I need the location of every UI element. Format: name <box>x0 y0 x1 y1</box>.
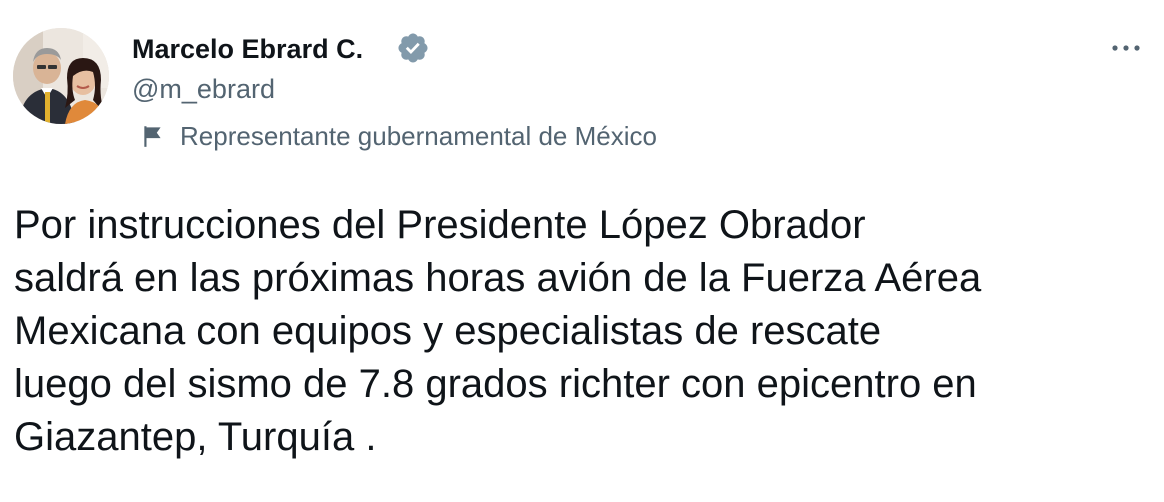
verified-badge-icon <box>398 33 428 63</box>
author-handle[interactable]: @m_ebrard <box>132 72 275 106</box>
tweet-text-line: Giazantep, Turquía . <box>14 415 377 459</box>
tweet-text-line: saldrá en las próximas horas avión de la… <box>14 256 982 300</box>
flag-icon <box>144 126 161 147</box>
affiliation-text: Representante gubernamental de México <box>180 121 657 151</box>
tweet-text-line: luego del sismo de 7.8 grados richter co… <box>14 362 977 406</box>
author-name[interactable]: Marcelo Ebrard C. <box>132 32 363 66</box>
avatar-photo <box>13 28 109 124</box>
tweet-text: Por instrucciones del Presidente López O… <box>14 199 1154 464</box>
more-options-button[interactable] <box>1108 34 1144 62</box>
tweet-card: Marcelo Ebrard C. @m_ebrard Representant… <box>0 0 1164 502</box>
affiliation-label: Representante gubernamental de México <box>140 119 657 153</box>
tweet-text-line: Mexicana con equipos y especialistas de … <box>14 309 882 353</box>
avatar[interactable] <box>13 28 109 124</box>
tweet-text-line: Por instrucciones del Presidente López O… <box>14 203 866 247</box>
more-icon <box>1112 45 1140 51</box>
